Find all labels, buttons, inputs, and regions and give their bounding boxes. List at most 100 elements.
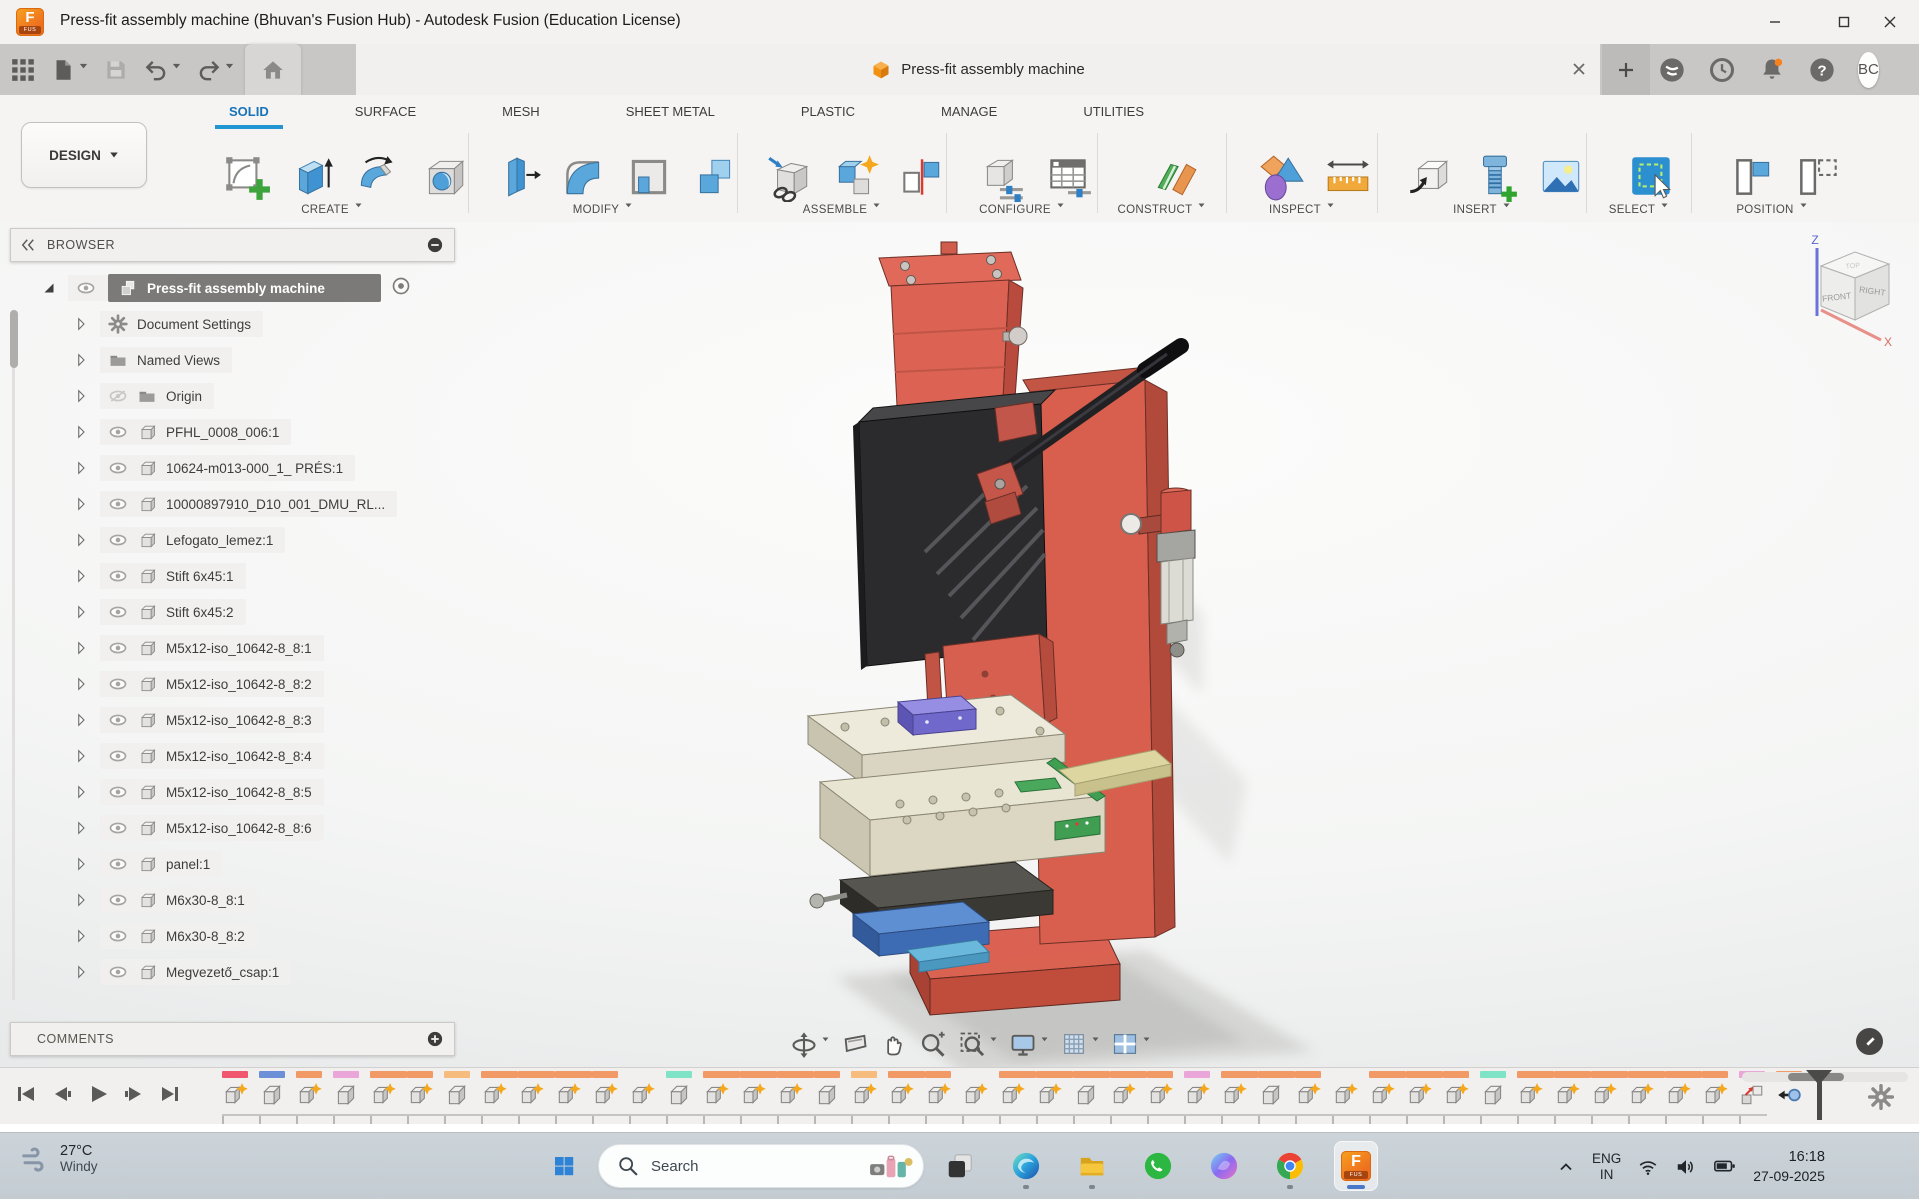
ribbon-tab-utilities[interactable]: UTILITIES bbox=[1069, 95, 1158, 127]
timeline-feature[interactable] bbox=[1221, 1071, 1258, 1113]
close-button[interactable] bbox=[1861, 0, 1919, 44]
collapsed-triangle-icon[interactable] bbox=[72, 315, 90, 333]
tree-item[interactable]: Lefogato_lemez:1 bbox=[100, 527, 286, 553]
tree-item[interactable]: Megvezető_csap:1 bbox=[100, 959, 292, 985]
tree-row[interactable]: 10624-m013-000_1_ PRÉS:1 bbox=[10, 450, 455, 486]
browser-header[interactable]: BROWSER bbox=[10, 228, 455, 262]
eye-icon[interactable] bbox=[108, 926, 128, 946]
step-forward-button[interactable] bbox=[122, 1082, 146, 1111]
timeline-feature[interactable] bbox=[703, 1071, 740, 1113]
timeline-feature[interactable] bbox=[999, 1071, 1036, 1113]
battery-icon[interactable] bbox=[1713, 1155, 1737, 1179]
collapsed-triangle-icon[interactable] bbox=[72, 639, 90, 657]
timeline-feature[interactable] bbox=[1665, 1071, 1702, 1113]
tree-item[interactable]: M6x30-8_8:2 bbox=[100, 923, 257, 949]
comments-bar[interactable]: COMMENTS bbox=[10, 1022, 455, 1056]
root-selected[interactable]: Press-fit assembly machine bbox=[108, 274, 381, 302]
marking-menu-button[interactable] bbox=[1856, 1028, 1883, 1055]
tree-row[interactable]: Megvezető_csap:1 bbox=[10, 954, 455, 990]
timeline-feature[interactable] bbox=[1258, 1071, 1295, 1113]
file-explorer-taskbar-button[interactable] bbox=[1070, 1141, 1114, 1191]
eye-icon[interactable] bbox=[108, 458, 128, 478]
ribbon-tab-manage[interactable]: MANAGE bbox=[927, 95, 1011, 127]
viewport-canvas[interactable]: Z X TOP FRONT RIGHT BROWSER Press-fit as… bbox=[0, 222, 1919, 1067]
create-sketch-button[interactable] bbox=[206, 137, 270, 200]
fillet-button[interactable] bbox=[543, 137, 600, 195]
eye-icon[interactable] bbox=[108, 530, 128, 550]
redo-button[interactable] bbox=[192, 53, 239, 87]
tree-scrollbar-track[interactable] bbox=[12, 310, 15, 1000]
eye-icon[interactable] bbox=[108, 602, 128, 622]
file-button[interactable] bbox=[46, 53, 93, 87]
tree-item[interactable]: 10624-m013-000_1_ PRÉS:1 bbox=[100, 455, 356, 481]
tree-row[interactable]: Origin bbox=[10, 378, 455, 414]
eye-off-icon[interactable] bbox=[108, 386, 128, 406]
minimize-button[interactable] bbox=[1746, 0, 1804, 44]
tree-row[interactable]: M5x12-iso_10642-8_8:2 bbox=[10, 666, 455, 702]
timeline-feature[interactable] bbox=[296, 1071, 322, 1113]
tree-row-root[interactable]: Press-fit assembly machine bbox=[10, 270, 455, 306]
group-dropdown-insert[interactable]: INSERT bbox=[1453, 199, 1511, 221]
look-at-button[interactable] bbox=[839, 1028, 871, 1060]
capture-position-button[interactable] bbox=[1712, 137, 1770, 195]
copilot-taskbar-button[interactable] bbox=[1202, 1141, 1246, 1191]
tree-item[interactable]: Document Settings bbox=[100, 311, 264, 337]
tree-item[interactable]: M6x30-8_8:1 bbox=[100, 887, 257, 913]
tree-row[interactable]: M6x30-8_8:2 bbox=[10, 918, 455, 954]
collapsed-triangle-icon[interactable] bbox=[72, 747, 90, 765]
zoom-button[interactable] bbox=[917, 1028, 949, 1060]
press-machine-model[interactable] bbox=[455, 222, 1919, 1067]
eye-icon[interactable] bbox=[108, 638, 128, 658]
shell-button[interactable] bbox=[609, 137, 667, 195]
add-comment-icon[interactable] bbox=[426, 1030, 444, 1048]
tree-scrollbar-thumb[interactable] bbox=[10, 310, 18, 368]
orbit-button[interactable] bbox=[788, 1028, 832, 1060]
timeline-feature[interactable] bbox=[777, 1071, 814, 1113]
tree-row[interactable]: Lefogato_lemez:1 bbox=[10, 522, 455, 558]
measure-button[interactable] bbox=[1242, 137, 1304, 201]
fusion-taskbar-button[interactable]: F FUS bbox=[1334, 1141, 1378, 1191]
collapsed-triangle-icon[interactable] bbox=[72, 531, 90, 549]
timeline-feature[interactable] bbox=[962, 1071, 988, 1113]
timeline-feature[interactable] bbox=[1406, 1071, 1443, 1113]
app-grid-button[interactable] bbox=[6, 53, 40, 87]
configuration-button[interactable] bbox=[962, 137, 1023, 202]
timeline-feature[interactable] bbox=[259, 1071, 285, 1113]
display-settings-button[interactable] bbox=[1007, 1028, 1051, 1060]
go-to-start-button[interactable] bbox=[14, 1082, 38, 1111]
collapsed-triangle-icon[interactable] bbox=[72, 675, 90, 693]
group-dropdown-select[interactable]: SELECT bbox=[1609, 199, 1670, 221]
insert-fastener-button[interactable] bbox=[1455, 137, 1517, 202]
eye-icon[interactable] bbox=[108, 710, 128, 730]
collapsed-triangle-icon[interactable] bbox=[72, 783, 90, 801]
group-dropdown-modify[interactable]: MODIFY bbox=[573, 199, 634, 221]
collapsed-triangle-icon[interactable] bbox=[72, 387, 90, 405]
language-indicator[interactable]: ENG IN bbox=[1592, 1151, 1621, 1183]
collapsed-triangle-icon[interactable] bbox=[72, 459, 90, 477]
timeline-feature[interactable] bbox=[1147, 1071, 1173, 1113]
group-dropdown-construct[interactable]: CONSTRUCT bbox=[1118, 199, 1207, 221]
extrude-button[interactable] bbox=[272, 137, 333, 195]
measure-ruler-button[interactable] bbox=[1308, 137, 1369, 192]
collapsed-triangle-icon[interactable] bbox=[72, 927, 90, 945]
zoom-window-button[interactable] bbox=[956, 1028, 1000, 1060]
collapsed-triangle-icon[interactable] bbox=[72, 423, 90, 441]
timeline-feature[interactable] bbox=[1110, 1071, 1147, 1113]
wifi-icon[interactable] bbox=[1637, 1156, 1659, 1178]
timeline-feature[interactable] bbox=[851, 1071, 877, 1113]
timeline-feature[interactable] bbox=[1480, 1071, 1506, 1113]
timeline-feature[interactable] bbox=[222, 1071, 248, 1113]
eye-icon[interactable] bbox=[108, 854, 128, 874]
eye-icon[interactable] bbox=[108, 962, 128, 982]
minus-circle-icon[interactable] bbox=[426, 236, 444, 254]
joint-button[interactable] bbox=[881, 137, 940, 195]
eye-icon[interactable] bbox=[108, 494, 128, 514]
derive-button[interactable] bbox=[1389, 137, 1449, 194]
timeline-feature[interactable] bbox=[1628, 1071, 1665, 1113]
timeline-feature[interactable] bbox=[1332, 1071, 1358, 1113]
tree-item[interactable]: panel:1 bbox=[100, 851, 223, 877]
tree-row[interactable]: M5x12-iso_10642-8_8:3 bbox=[10, 702, 455, 738]
collapsed-triangle-icon[interactable] bbox=[72, 711, 90, 729]
configuration-table-button[interactable] bbox=[1028, 137, 1091, 198]
viewports-button[interactable] bbox=[1109, 1028, 1153, 1060]
